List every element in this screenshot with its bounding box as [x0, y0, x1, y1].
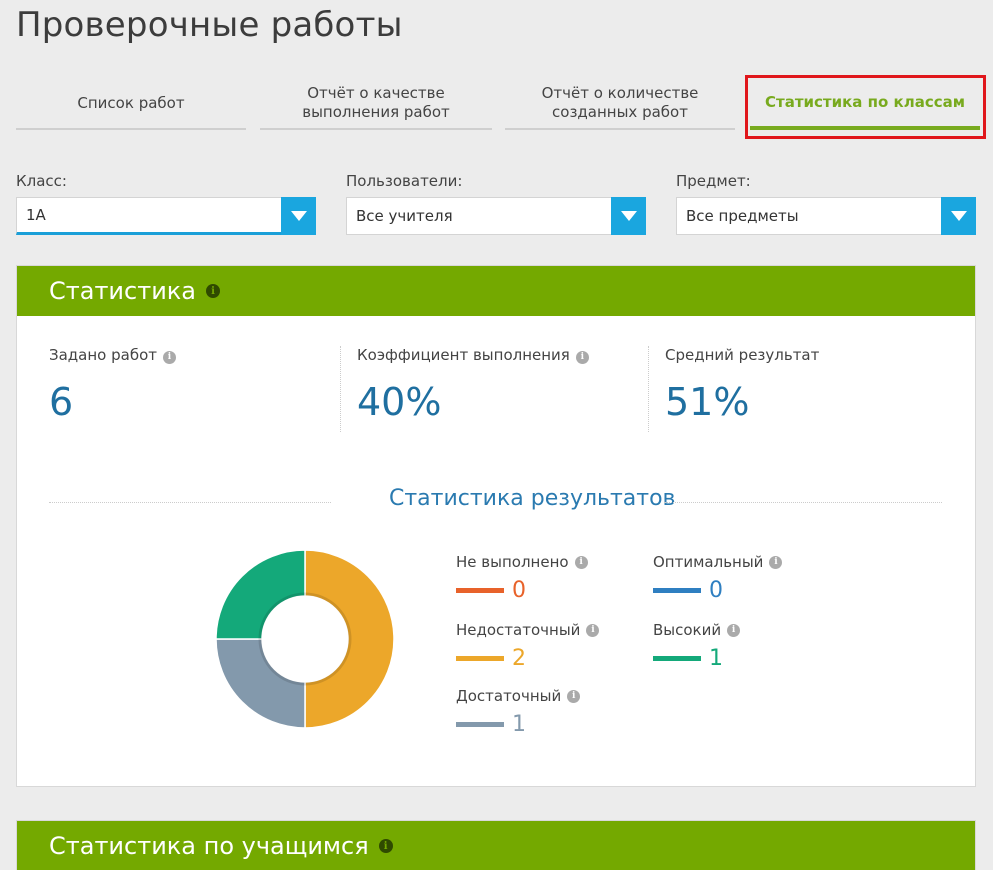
info-icon[interactable]: i — [574, 555, 588, 569]
legend-sufficient: Достаточный i 1 — [456, 686, 581, 737]
legend-count: 2 — [512, 646, 526, 671]
legend-color-bar — [456, 722, 504, 727]
legend-count: 1 — [512, 712, 526, 737]
tab-work-list[interactable]: Список работ — [16, 78, 246, 130]
average-result-stat: Средний результат 51% — [665, 346, 965, 424]
legend-label: Высокий — [653, 621, 722, 639]
legend-color-bar — [653, 588, 701, 593]
legend-color-bar — [456, 588, 504, 593]
assigned-works-label: Задано работ — [49, 346, 158, 364]
legend-label: Достаточный — [456, 687, 562, 705]
subject-filter-label: Предмет: — [676, 172, 751, 190]
users-select-value: Все учителя — [356, 207, 453, 225]
class-filter: Класс: 1А — [16, 172, 316, 235]
info-icon[interactable]: i — [575, 350, 589, 364]
results-section-title: Статистика результатов — [389, 486, 676, 511]
legend-count: 1 — [709, 646, 723, 671]
statistics-panel-title: Статистика — [49, 277, 196, 305]
divider — [648, 346, 649, 432]
class-select-value: 1А — [26, 206, 46, 224]
subject-select-value: Все предметы — [686, 207, 799, 225]
legend-color-bar — [653, 656, 701, 661]
info-icon[interactable]: i — [769, 555, 783, 569]
users-select[interactable]: Все учителя — [346, 197, 646, 235]
chevron-down-icon[interactable] — [281, 197, 316, 235]
assigned-works-value: 6 — [49, 380, 74, 424]
page-title: Проверочные работы — [16, 5, 403, 45]
class-select[interactable]: 1А — [16, 197, 316, 235]
average-result-label: Средний результат — [665, 346, 820, 364]
class-filter-label: Класс: — [16, 172, 67, 190]
legend-label: Оптимальный — [653, 553, 764, 571]
info-icon[interactable]: i — [586, 623, 600, 637]
students-panel-title: Статистика по учащимся — [49, 832, 369, 860]
users-filter-label: Пользователи: — [346, 172, 463, 190]
completion-rate-value: 40% — [357, 380, 442, 424]
subject-select[interactable]: Все предметы — [676, 197, 976, 235]
legend-count: 0 — [709, 578, 723, 603]
users-filter: Пользователи: Все учителя — [346, 172, 646, 235]
divider — [340, 346, 341, 432]
legend-label: Не выполнено — [456, 553, 569, 571]
divider — [49, 502, 331, 503]
students-statistics-panel: Статистика по учащимся i — [16, 820, 976, 870]
statistics-panel: Статистика i Задано работ i 6 Коэффициент… — [16, 265, 976, 787]
students-panel-header: Статистика по учащимся i — [17, 821, 975, 870]
legend-insufficient: Недостаточный i 2 — [456, 620, 600, 671]
chevron-down-icon[interactable] — [941, 197, 976, 235]
subject-filter: Предмет: Все предметы — [676, 172, 976, 235]
statistics-panel-header: Статистика i — [17, 266, 975, 316]
legend-color-bar — [456, 656, 504, 661]
tab-quality-report[interactable]: Отчёт о качестве выполнения работ — [260, 78, 492, 130]
tab-created-count-report[interactable]: Отчёт о количестве созданных работ — [505, 78, 735, 130]
chevron-down-icon[interactable] — [611, 197, 646, 235]
legend-count: 0 — [512, 578, 526, 603]
info-icon[interactable]: i — [378, 839, 393, 853]
results-section-header: Статистика результатов — [49, 486, 942, 516]
assigned-works-stat: Задано работ i 6 — [49, 346, 349, 424]
legend-label: Недостаточный — [456, 621, 581, 639]
highlight-frame — [745, 75, 986, 139]
results-donut-chart — [216, 550, 394, 728]
info-icon[interactable]: i — [567, 689, 581, 703]
completion-rate-stat: Коэффициент выполнения i 40% — [357, 346, 657, 424]
average-result-value: 51% — [665, 380, 750, 424]
info-icon[interactable]: i — [163, 350, 177, 364]
info-icon[interactable]: i — [206, 284, 220, 298]
legend-not-completed: Не выполнено i 0 — [456, 552, 588, 603]
divider — [664, 502, 942, 503]
completion-rate-label: Коэффициент выполнения — [357, 346, 570, 364]
info-icon[interactable]: i — [727, 623, 741, 637]
legend-high: Высокий i 1 — [653, 620, 741, 671]
legend-optimal: Оптимальный i 0 — [653, 552, 783, 603]
